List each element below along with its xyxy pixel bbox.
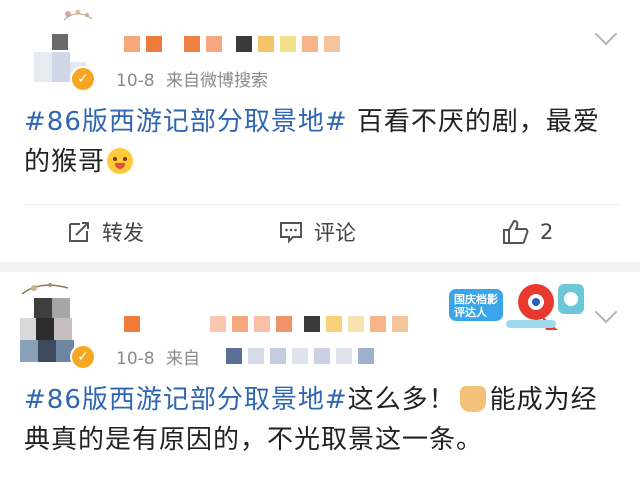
post-text: #86版西游记部分取景地#这么多！ 能成为经典真的是有原因的，不光取景这一条。	[24, 380, 620, 460]
avatar-decoration-icon	[20, 278, 72, 298]
comment-button[interactable]: 评论	[278, 216, 356, 248]
like-button[interactable]: 2	[502, 216, 553, 248]
divider	[24, 204, 620, 205]
comment-icon	[280, 222, 302, 244]
hashtag-link[interactable]: #86版西游记部分取景地#	[24, 385, 348, 415]
award-badge[interactable]: 国庆档影评达人	[446, 272, 596, 336]
feed-separator	[0, 262, 640, 272]
post-source: 来自	[166, 349, 200, 369]
post-date: 10-8	[116, 71, 155, 91]
blush-face-emoji-icon	[107, 148, 134, 174]
repost-button[interactable]: 转发	[66, 216, 144, 248]
username-blurred[interactable]	[124, 316, 414, 332]
award-badge-text: 国庆档影评达人	[454, 293, 498, 319]
verified-badge-icon: ✓	[70, 344, 96, 370]
repost-icon	[69, 222, 89, 242]
post-meta: 10-8 来自微博搜索	[116, 66, 268, 91]
like-count: 2	[540, 220, 554, 244]
chevron-down-icon[interactable]	[594, 300, 618, 324]
thumb-up-icon	[503, 219, 529, 244]
verified-badge-icon: ✓	[70, 66, 96, 92]
source-blurred	[226, 348, 380, 364]
thumbs-up-emoji-icon	[459, 386, 486, 412]
repost-label: 转发	[102, 221, 144, 245]
post-card-1: ✓ 10-8 来自微博搜索 #86版西游记部分取景地# 百看不厌的剧，最爱的猴哥…	[0, 0, 640, 262]
hashtag-link[interactable]: #86版西游记部分取景地#	[24, 107, 348, 137]
post-card-2: ✓ 10-8 来自 国庆档影评达人 #86版西游记部分取景地#这么多！ 能成为经典…	[0, 272, 640, 484]
post-meta: 10-8 来自	[116, 344, 200, 369]
post-text: #86版西游记部分取景地# 百看不厌的剧，最爱的猴哥	[24, 102, 620, 182]
post-date: 10-8	[116, 349, 155, 369]
avatar-decoration-icon	[60, 6, 94, 22]
comment-label: 评论	[314, 221, 356, 245]
post-body-text: 这么多！	[347, 385, 456, 415]
username-blurred[interactable]	[124, 36, 346, 52]
chevron-down-icon[interactable]	[594, 22, 618, 46]
post-source: 来自微博搜索	[166, 71, 268, 91]
